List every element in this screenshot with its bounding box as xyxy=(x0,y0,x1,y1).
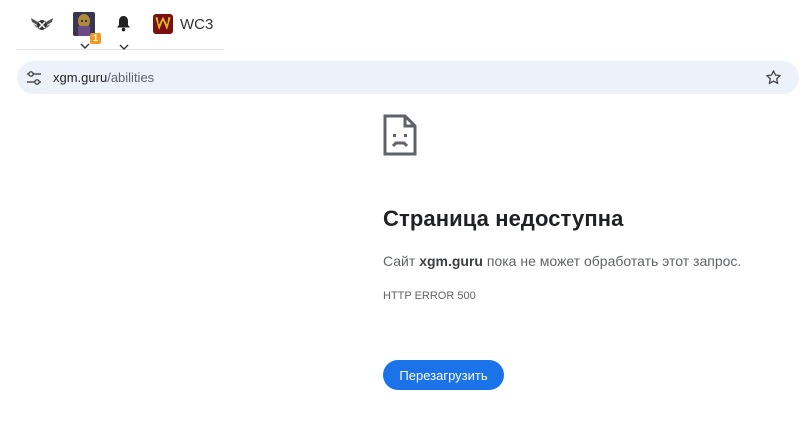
url-host: xgm.guru xyxy=(53,70,108,85)
notification-count-badge: 1 xyxy=(90,33,101,44)
error-description: Сайт xgm.guru пока не может обработать э… xyxy=(383,253,741,269)
site-info-tune-icon[interactable] xyxy=(25,69,43,87)
desc-host: xgm.guru xyxy=(419,253,483,269)
bookmark-star-icon[interactable] xyxy=(765,69,782,86)
wc3-link[interactable]: WC3 xyxy=(180,16,213,33)
chevron-down-icon[interactable] xyxy=(80,36,90,49)
warcraft-w-icon[interactable] xyxy=(152,13,174,35)
address-bar[interactable]: xgm.guru/abilities xyxy=(17,61,799,94)
url-path: /abilities xyxy=(107,70,155,85)
site-toolbar: 1 WC3 xyxy=(16,0,224,50)
desc-prefix: Сайт xyxy=(383,253,420,269)
notification-bell-icon[interactable] xyxy=(116,15,131,32)
desc-suffix: пока не может обработать этот запрос. xyxy=(482,253,742,269)
winged-shield-logo-icon[interactable] xyxy=(30,14,54,34)
reload-button[interactable]: Перезагрузить xyxy=(383,360,504,390)
error-code: HTTP ERROR 500 xyxy=(383,290,476,302)
url-text[interactable]: xgm.guru/abilities xyxy=(53,70,154,85)
chevron-down-icon[interactable] xyxy=(119,37,129,50)
broken-page-icon xyxy=(383,114,417,156)
error-title: Страница недоступна xyxy=(383,206,624,231)
